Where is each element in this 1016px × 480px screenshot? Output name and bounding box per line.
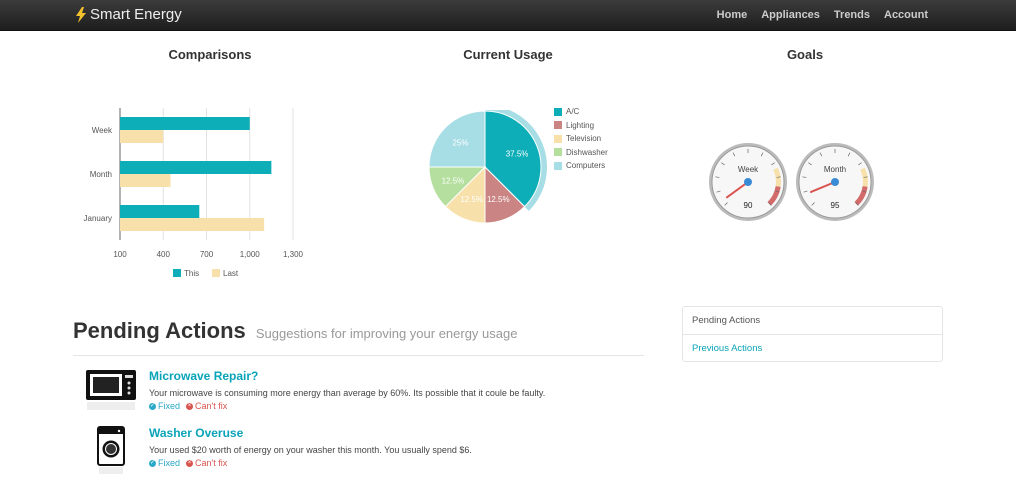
- current-usage-title: Current Usage: [463, 47, 553, 62]
- washer-icon: [97, 426, 125, 474]
- legend-label: This: [184, 269, 199, 278]
- x-tick-label: 100: [113, 250, 127, 259]
- bar-this: [120, 205, 200, 218]
- pie-legend-item: Lighting: [554, 121, 594, 130]
- legend-swatch: [554, 161, 562, 170]
- side-nav-pending-actions[interactable]: Pending Actions: [683, 307, 942, 334]
- legend-swatch: [212, 269, 220, 277]
- fixed-label: Fixed: [158, 401, 181, 411]
- gauge-label: Month: [824, 165, 846, 174]
- legend-swatch: [554, 107, 562, 116]
- pie-slice-label: 12.5%: [442, 176, 465, 185]
- bar-last: [120, 130, 164, 143]
- nav-links: Home Appliances Trends Account: [717, 9, 928, 21]
- fixed-button[interactable]: ✓ Fixed: [149, 458, 180, 468]
- actions-side-nav: Pending Actions Previous Actions: [682, 306, 943, 362]
- pie-legend-item: A/C: [554, 107, 579, 116]
- x-tick-label: 1,000: [240, 250, 261, 259]
- pie-slice-label: 37.5%: [506, 150, 529, 159]
- goals-gauges: Week 90 Month 95: [709, 143, 874, 221]
- x-tick-label: 700: [200, 250, 214, 259]
- legend-label: A/C: [566, 107, 580, 116]
- gauge-value: 90: [744, 201, 753, 210]
- current-usage-pie-chart: 37.5% 12.5% 12.5% 12.5% 25%: [428, 110, 547, 224]
- nav-appliances[interactable]: Appliances: [761, 9, 820, 21]
- action-buttons: ✓ Fixed × Can't fix: [149, 401, 227, 411]
- bar-this: [120, 117, 250, 130]
- close-icon: ×: [186, 402, 194, 410]
- fixed-label: Fixed: [158, 458, 181, 468]
- check-icon: ✓: [149, 402, 156, 410]
- gauge-hub: [744, 178, 752, 186]
- x-tick-label: 1,300: [283, 250, 304, 259]
- action-item-washer: Washer Overuse Your used $20 worth of en…: [85, 426, 645, 478]
- pie-slice-label: 25%: [452, 138, 468, 147]
- goals-title: Goals: [786, 47, 824, 62]
- legend-label: Television: [566, 134, 602, 143]
- nav-home[interactable]: Home: [717, 9, 748, 21]
- close-icon: ×: [186, 459, 194, 467]
- legend-swatch: [173, 269, 181, 277]
- legend-swatch: [554, 134, 562, 143]
- pie-slice-label: 12.5%: [487, 195, 510, 204]
- nav-account[interactable]: Account: [884, 9, 928, 21]
- microwave-icon: [86, 370, 136, 410]
- pie-slice-label: 12.5%: [460, 195, 483, 204]
- pie-legend-item: Dishwasher: [554, 148, 608, 157]
- legend-label: Computers: [566, 161, 606, 170]
- gauge-week: Week 90: [709, 143, 787, 221]
- pie-legend-item: Television: [554, 134, 601, 143]
- action-description: Your used $20 worth of energy on your wa…: [149, 445, 472, 455]
- navbar: Smart Energy Home Appliances Trends Acco…: [0, 0, 1016, 31]
- brand-name: Smart Energy: [90, 6, 182, 23]
- bar-this: [120, 161, 272, 174]
- action-title[interactable]: Washer Overuse: [149, 426, 243, 440]
- x-tick-label: 400: [157, 250, 171, 259]
- y-tick-label: Week: [92, 126, 113, 135]
- action-title[interactable]: Microwave Repair?: [149, 369, 258, 383]
- nav-trends[interactable]: Trends: [834, 9, 870, 21]
- comparisons-title: Comparisons: [168, 47, 252, 62]
- pending-actions-heading: Pending Actions Suggestions for improvin…: [73, 318, 517, 344]
- cant-fix-label: Can't fix: [195, 401, 228, 411]
- check-icon: ✓: [149, 459, 156, 467]
- action-description: Your microwave is consuming more energy …: [149, 388, 546, 398]
- fixed-button[interactable]: ✓ Fixed: [149, 401, 180, 411]
- pie-legend-item: Computers: [554, 161, 605, 170]
- legend-label: Last: [223, 269, 239, 278]
- gauge-value: 95: [831, 201, 840, 210]
- comparisons-bar-chart: 100 400 700 1,000 1,300 Week Month January This L…: [84, 108, 304, 278]
- pending-actions-title: Pending Actions: [73, 318, 246, 343]
- action-buttons: ✓ Fixed × Can't fix: [149, 458, 227, 468]
- gauge-hub: [831, 178, 839, 186]
- cant-fix-button[interactable]: × Can't fix: [186, 458, 227, 468]
- bar-last: [120, 174, 171, 187]
- pending-actions-subtitle: Suggestions for improving your energy us…: [255, 326, 518, 341]
- legend-label: Lighting: [566, 120, 595, 130]
- legend-label: Dishwasher: [566, 147, 608, 157]
- cant-fix-button[interactable]: × Can't fix: [186, 401, 227, 411]
- bar-last: [120, 218, 265, 231]
- y-tick-label: Month: [90, 170, 112, 179]
- action-item-microwave: Microwave Repair? Your microwave is cons…: [85, 369, 645, 419]
- brand[interactable]: Smart Energy: [76, 6, 182, 23]
- cant-fix-label: Can't fix: [195, 458, 228, 468]
- gauge-label: Week: [738, 165, 759, 174]
- side-nav-previous-actions[interactable]: Previous Actions: [683, 334, 942, 361]
- lightning-icon: [76, 6, 86, 23]
- gauge-month: Month 95: [796, 143, 874, 221]
- divider: [73, 355, 644, 356]
- legend-swatch: [554, 121, 562, 129]
- legend-swatch: [554, 148, 562, 156]
- y-tick-label: January: [84, 214, 112, 223]
